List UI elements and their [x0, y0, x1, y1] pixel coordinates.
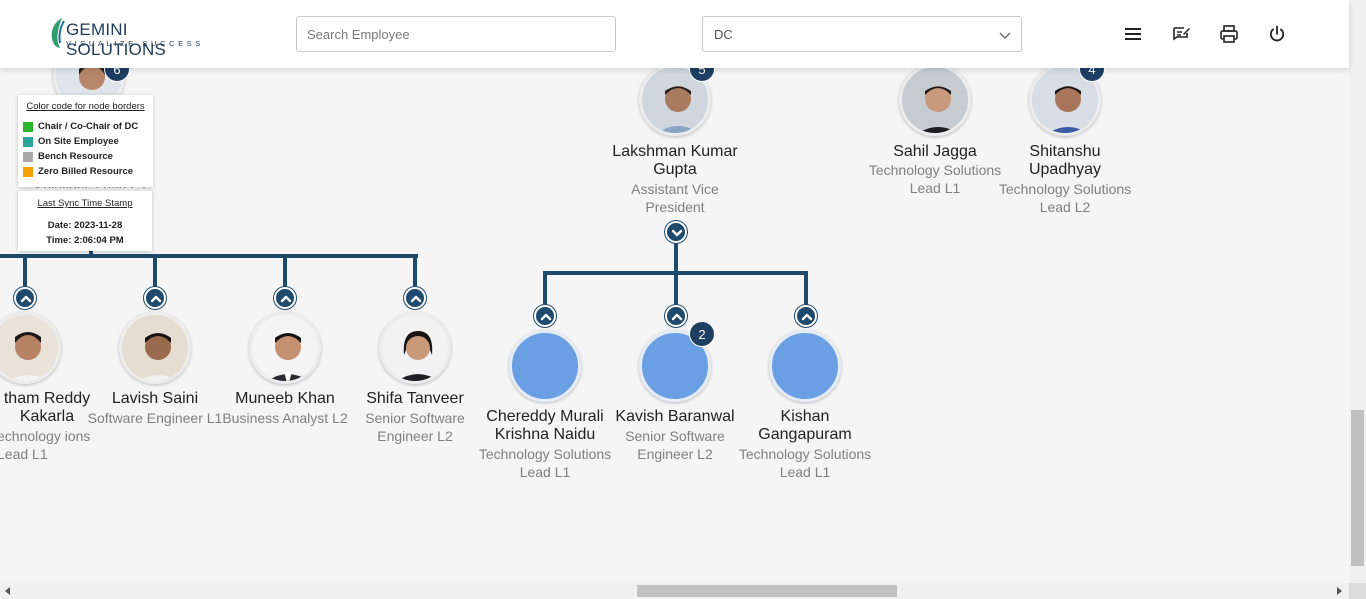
employee-avatar[interactable]	[0, 312, 61, 384]
top-header: GEMINI SOLUTIONS VISUALIZE SUCCESS DC	[0, 0, 1349, 68]
connector-line	[543, 271, 547, 307]
leaf-icon	[51, 18, 65, 48]
power-icon	[1269, 25, 1285, 42]
scrollbar-corner	[1349, 583, 1366, 599]
legend-swatch-onsite	[23, 136, 33, 147]
legend-swatch-bench	[23, 151, 33, 162]
employee-name: Shifa Tanveer	[366, 390, 464, 407]
legend-swatch-zero-billed	[23, 166, 33, 177]
legend-item: Chair / Co-Chair of DC	[23, 119, 148, 134]
sync-date: Date: 2023-11-28	[47, 220, 123, 231]
connector-line	[674, 271, 678, 307]
legend-label: Chair / Co-Chair of DC	[38, 121, 139, 132]
employee-role: echnology ions Lead L1	[0, 428, 91, 462]
company-logo[interactable]: GEMINI SOLUTIONS VISUALIZE SUCCESS	[48, 17, 218, 59]
employee-name: Chereddy Murali Krishna Naidu	[486, 408, 604, 443]
legend-label: Zero Billed Resource	[38, 166, 134, 177]
expand-toggle-icon[interactable]	[404, 287, 426, 309]
employee-role: Technology Solutions Lead L1	[738, 446, 872, 480]
org-chart-canvas[interactable]: 6 Solutions Lead L2 5 Lakshman Kumar Gup…	[0, 0, 1349, 583]
employee-role: Assistant Vice President	[631, 181, 719, 215]
feedback-button[interactable]	[1171, 24, 1191, 44]
employee-avatar[interactable]	[379, 312, 451, 384]
expand-toggle-icon[interactable]	[14, 287, 36, 309]
feedback-icon	[1173, 27, 1190, 41]
legend-title: Color code for node borders	[26, 101, 145, 112]
employee-name: Kavish Baranwal	[615, 408, 735, 425]
expand-toggle-icon[interactable]	[534, 305, 556, 327]
employee-role: Senior Software Engineer L2	[365, 410, 465, 444]
employee-role: Technology Solutions Lead L2	[998, 181, 1132, 215]
employee-name: Kishan Gangapuram	[758, 408, 852, 443]
employee-name: Lavish Saini	[111, 390, 199, 407]
expand-toggle-icon[interactable]	[274, 287, 296, 309]
horizontal-scrollbar[interactable]	[0, 583, 1366, 599]
logo-tagline: VISUALIZE SUCCESS	[66, 39, 204, 48]
legend-item: Bench Resource	[23, 149, 148, 164]
dc-select[interactable]: DC	[702, 16, 1022, 52]
employee-role: Technology Solutions Lead L1	[868, 162, 1002, 196]
connector-line	[283, 254, 287, 290]
sync-title: Last Sync Time Stamp	[37, 198, 133, 209]
expand-toggle-icon[interactable]	[795, 305, 817, 327]
employee-avatar[interactable]	[119, 312, 191, 384]
legend-swatch-chair	[23, 121, 33, 132]
print-button[interactable]	[1219, 24, 1239, 44]
employee-avatar[interactable]	[899, 64, 971, 136]
connector-line	[23, 254, 27, 290]
sync-timestamp-panel: Last Sync Time Stamp Date: 2023-11-28 Ti…	[18, 191, 152, 251]
legend-item: Zero Billed Resource	[23, 164, 148, 179]
employee-name: tham Reddy Kakarla	[3, 390, 91, 425]
employee-role: Technology Solutions Lead L1	[478, 446, 612, 480]
employee-avatar[interactable]	[249, 312, 321, 384]
scroll-right-arrow-icon[interactable]	[1337, 587, 1342, 595]
legend-label: Bench Resource	[38, 151, 113, 162]
vertical-scrollbar[interactable]	[1349, 0, 1366, 583]
collapse-toggle-icon[interactable]	[665, 221, 687, 243]
menu-button[interactable]	[1123, 24, 1143, 44]
logout-button[interactable]	[1267, 24, 1287, 44]
dc-select-value: DC	[714, 27, 733, 42]
print-icon	[1220, 25, 1238, 43]
border-color-legend: Color code for node borders Chair / Co-C…	[18, 95, 153, 187]
expand-toggle-icon[interactable]	[144, 287, 166, 309]
reportee-count-badge: 2	[689, 321, 715, 347]
expand-toggle-icon[interactable]	[665, 305, 687, 327]
employee-name: Muneeb Khan	[235, 390, 335, 407]
connector-line	[804, 271, 808, 307]
connector-line	[0, 254, 418, 258]
employee-avatar-placeholder[interactable]	[769, 330, 841, 402]
employee-name: Sahil Jagga	[893, 143, 977, 160]
legend-item: On Site Employee	[23, 134, 148, 149]
connector-line	[153, 254, 157, 290]
employee-role: Business Analyst L2	[222, 410, 348, 426]
menu-icon	[1125, 28, 1141, 40]
sync-time: Time: 2:06:04 PM	[46, 235, 124, 246]
employee-role: Software Engineer L1	[87, 410, 223, 426]
employee-role: Senior Software Engineer L2	[625, 428, 725, 462]
legend-label: On Site Employee	[38, 136, 119, 147]
employee-avatar-placeholder[interactable]	[509, 330, 581, 402]
employee-name: Lakshman Kumar Gupta	[612, 143, 738, 178]
vertical-scrollbar-thumb[interactable]	[1351, 410, 1364, 566]
connector-line	[674, 242, 678, 274]
search-employee-input[interactable]	[296, 16, 616, 52]
employee-name: Shitanshu Upadhyay	[1028, 143, 1102, 178]
scroll-left-arrow-icon[interactable]	[5, 587, 10, 595]
connector-line	[413, 254, 417, 290]
chevron-down-icon	[999, 32, 1011, 39]
horizontal-scrollbar-thumb[interactable]	[637, 585, 897, 597]
